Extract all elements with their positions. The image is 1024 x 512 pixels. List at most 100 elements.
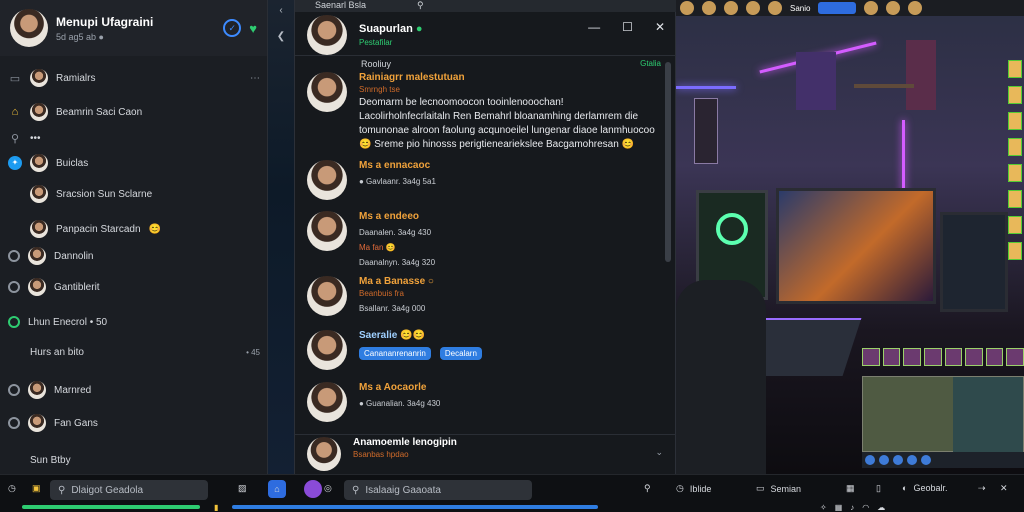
sidebar-item[interactable]: Fan Gans [0, 411, 268, 435]
minimap[interactable] [862, 376, 1024, 453]
star-icon[interactable]: ✧ [820, 503, 827, 512]
sidebar-item-label: Gantiblerit [54, 281, 100, 293]
chat-subheader-status: Gtalia [640, 59, 661, 68]
hero-portraits [862, 348, 1024, 370]
message: Ms a ennacaoc ● Gavlaanr. 3a4g 5a1 [307, 160, 655, 200]
app-icon[interactable]: ◎ [324, 483, 332, 494]
window-controls: — ☐ ✕ [588, 20, 665, 34]
avatar [307, 211, 347, 251]
game-top-bar: Sanio [676, 0, 1024, 16]
app-icon[interactable] [304, 480, 322, 498]
poster [906, 40, 936, 110]
profile-avatar[interactable] [10, 9, 48, 47]
sidebar-item[interactable]: Sracsion Sun Sclarne [0, 182, 268, 206]
tray-item[interactable]: ◐ Geobalr. [902, 483, 947, 493]
game-hud [862, 452, 1024, 468]
hero-icon [702, 1, 716, 15]
avatar [307, 330, 347, 370]
sidebar-item[interactable]: Panpacin Starcadn 😊 [0, 217, 268, 241]
side-strip: ‹ ❮ [268, 0, 294, 474]
search-input[interactable]: ⚲ Isalaaig Gaaoata [344, 480, 532, 500]
sidebar-item[interactable]: ✦ Buiclas [0, 151, 268, 175]
avatar [30, 103, 48, 121]
game-label: Sanio [790, 3, 811, 13]
grid-icon[interactable]: ▦ [835, 503, 843, 512]
arrow-right-icon[interactable]: ⇢ [978, 483, 986, 494]
message-line: Daanalen. 3a4g 430 [359, 228, 432, 237]
hero-icon [908, 1, 923, 15]
pin-icon[interactable]: ⚲ [644, 483, 651, 494]
tray-item[interactable]: ▭ Semian [756, 483, 801, 494]
sidebar-item-label: ••• [30, 132, 41, 144]
hero-rail [1008, 60, 1024, 320]
message-author: Anamoemle lenogipin [353, 437, 457, 448]
chat-footer: Anamoemle lenogipin Bsanbas hpdao ⌄ [295, 434, 677, 474]
sidebar-item[interactable]: Lhun Enecrol • 50 [0, 310, 268, 334]
chevron-down-icon[interactable]: ⌄ [655, 447, 663, 458]
sidebar-item[interactable]: Gantiblerit [0, 275, 268, 299]
avatar [30, 69, 48, 87]
window-titlebar: Saenarl Bsla ⚲ [295, 0, 677, 12]
avatar [307, 276, 347, 316]
avatar [28, 381, 46, 399]
fan-ring [716, 213, 748, 245]
chat-subheader: Rooliuy Gtalia [361, 59, 661, 69]
back-icon[interactable]: ‹ [268, 0, 294, 20]
grid-icon[interactable]: ▦ [846, 483, 855, 494]
battery-icon[interactable]: ▯ [876, 483, 881, 494]
inbox-icon: ▭ [9, 72, 21, 85]
avatar [28, 247, 46, 265]
image-icon[interactable]: ▨ [238, 483, 247, 494]
search-icon[interactable]: ⚲ [417, 0, 424, 11]
minimize-icon[interactable]: — [588, 20, 600, 34]
sidebar-item-label: Panpacin Starcadn [56, 223, 141, 235]
clock-icon[interactable]: ◷ [8, 483, 16, 494]
profile-header: Menupi Ufagraini 5d ag5 ab ● ✓ ♥ [0, 0, 267, 56]
sidebar: Menupi Ufagraini 5d ag5 ab ● ✓ ♥ ▭ Ramia… [0, 0, 268, 474]
message-meta: Bsanbas hpdao [353, 450, 409, 459]
tray-item[interactable]: ◷ Iblide [676, 483, 711, 494]
ring-icon [8, 384, 20, 396]
bell-icon[interactable]: ♪ [850, 503, 854, 512]
cloud-icon[interactable]: ☁ [877, 503, 885, 512]
chat-window: Saenarl Bsla ⚲ Suapurlan ● Pestafilar — … [294, 0, 677, 474]
reply-chip[interactable]: Decalarn [439, 347, 482, 360]
message-meta: Smrngh tse [359, 85, 400, 94]
sidebar-item[interactable]: Sun Btby [0, 448, 268, 472]
message-line: Bsallanr. 3a4g 000 [359, 304, 426, 313]
more-icon[interactable]: ⋯ [250, 73, 260, 84]
shield-icon[interactable]: ♥ [249, 21, 257, 36]
close-icon[interactable]: ✕ [655, 20, 665, 34]
message-line: Daanalnyn. 3a4g 320 [359, 258, 436, 267]
sidebar-item[interactable]: Dannolin [0, 244, 268, 268]
reply-chip[interactable]: Canananrenanrin [359, 347, 431, 360]
app-icon[interactable]: ⌂ [268, 480, 286, 498]
avatar [307, 160, 347, 200]
message-author: Ma a Banasse ○ [359, 276, 434, 287]
wifi-icon[interactable]: ◠ [862, 503, 869, 512]
search-input[interactable]: ⚲ Dlaigot Geadola [50, 480, 208, 500]
message: Ma a Banasse ○ Beanbuis fra Bsallanr. 3a… [307, 276, 655, 316]
scrollbar[interactable] [665, 62, 671, 262]
avatar [30, 185, 48, 203]
neon-light [676, 86, 736, 89]
sidebar-item[interactable]: ⚲ ••• [0, 126, 268, 150]
message-author: Ms a ennacaoc [359, 160, 431, 171]
chevron-left-icon[interactable]: ❮ [268, 26, 294, 46]
folder-icon[interactable]: ▣ [32, 483, 41, 494]
home-icon: ⌂ [11, 106, 19, 118]
maximize-icon[interactable]: ☐ [622, 20, 633, 34]
close-icon[interactable]: ✕ [1000, 483, 1008, 494]
ring-icon [8, 250, 20, 262]
contact-avatar[interactable] [307, 14, 347, 55]
stream-preview[interactable]: Sanio [676, 0, 1024, 474]
check-icon[interactable]: ✓ [223, 19, 242, 37]
message-author: Saeralie 😊😊 [359, 330, 426, 341]
sidebar-item[interactable]: Marnred [0, 378, 268, 402]
sidebar-item-label: Buiclas [56, 157, 89, 169]
ring-icon [8, 316, 20, 328]
sidebar-item[interactable]: ⌂ Beamrin Saci Caon [0, 100, 268, 124]
sidebar-item[interactable]: Hurs an bito • 45 [0, 340, 268, 364]
sidebar-item-count: • 45 [246, 347, 260, 357]
sidebar-item[interactable]: ▭ Ramialrs ⋯ [0, 66, 268, 90]
